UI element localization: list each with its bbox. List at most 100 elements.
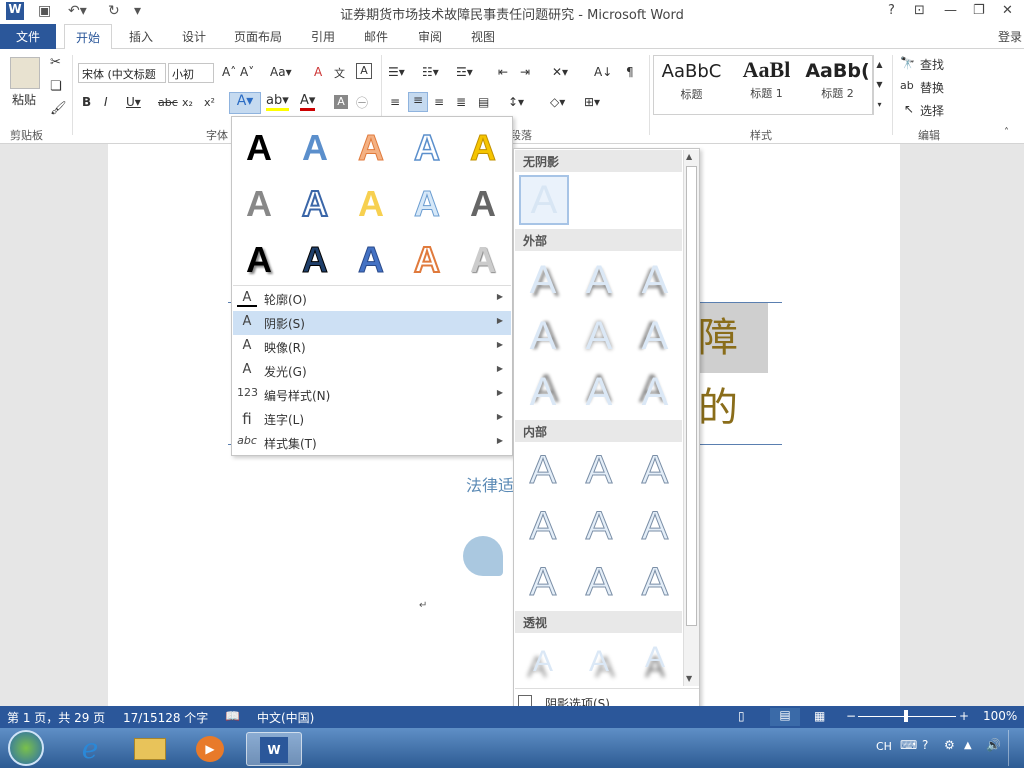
- minimize-button[interactable]: —: [944, 3, 957, 18]
- shadow-inner-7[interactable]: A: [520, 559, 566, 605]
- tab-mailings[interactable]: 邮件: [364, 28, 388, 45]
- shadow-outer-2[interactable]: A: [576, 257, 622, 303]
- select-icon[interactable]: ↖: [904, 102, 914, 116]
- shadow-none-option[interactable]: A: [519, 175, 569, 225]
- asian-layout-icon[interactable]: ✕▾: [552, 65, 568, 79]
- shadow-outer-8[interactable]: A: [576, 369, 622, 415]
- scroll-down-icon[interactable]: ▼: [686, 674, 692, 683]
- align-right-icon[interactable]: ≡: [434, 95, 444, 109]
- replace-icon[interactable]: ab: [900, 79, 914, 92]
- align-center-icon[interactable]: ≡: [408, 92, 428, 112]
- shadow-outer-6[interactable]: A: [632, 313, 678, 359]
- grow-font-icon[interactable]: A˄ A˅: [222, 65, 254, 79]
- sort-icon[interactable]: A↓: [594, 65, 612, 79]
- word-count[interactable]: 17/15128 个字: [123, 709, 208, 726]
- scroll-thumb[interactable]: [686, 166, 697, 626]
- text-effects-button[interactable]: A▾: [229, 92, 261, 114]
- effect-style-3[interactable]: A: [351, 127, 391, 169]
- print-layout-icon[interactable]: ▤: [770, 708, 800, 726]
- keyboard-icon[interactable]: ⌨: [900, 738, 917, 752]
- submenu-scrollbar[interactable]: ▲ ▼: [683, 150, 699, 686]
- select-button[interactable]: 选择: [920, 102, 944, 119]
- cut-icon[interactable]: ✂: [50, 55, 61, 70]
- char-border-icon[interactable]: A: [356, 63, 372, 79]
- shadow-inner-2[interactable]: A: [576, 447, 622, 493]
- start-button[interactable]: [8, 730, 44, 766]
- tab-references[interactable]: 引用: [311, 28, 335, 45]
- effect-style-5[interactable]: A: [463, 127, 503, 169]
- restore-button[interactable]: ❐: [973, 3, 985, 18]
- volume-icon[interactable]: 🔊: [986, 738, 1001, 752]
- effect-style-8[interactable]: A: [351, 183, 391, 225]
- multilevel-list-icon[interactable]: ☲▾: [456, 65, 473, 79]
- shadow-inner-5[interactable]: A: [576, 503, 622, 549]
- tab-design[interactable]: 设计: [182, 28, 206, 45]
- collapse-ribbon-icon[interactable]: ˄: [1004, 127, 1009, 138]
- effect-style-4[interactable]: A: [407, 126, 447, 169]
- zoom-out-icon[interactable]: −: [846, 709, 856, 723]
- web-layout-icon[interactable]: ▦: [814, 709, 825, 723]
- tab-home[interactable]: 开始: [64, 24, 112, 50]
- copy-icon[interactable]: ❏: [50, 79, 62, 94]
- shading-icon[interactable]: ◇▾: [550, 95, 565, 109]
- ribbon-display-icon[interactable]: ⊡: [914, 3, 925, 18]
- borders-icon[interactable]: ⊞▾: [584, 95, 600, 109]
- zoom-level[interactable]: 100%: [983, 709, 1017, 723]
- tab-review[interactable]: 审阅: [418, 28, 442, 45]
- clear-format-icon[interactable]: A: [314, 65, 322, 79]
- effect-style-11[interactable]: A: [239, 239, 279, 281]
- font-color-icon[interactable]: A▾: [300, 93, 316, 111]
- numbering-icon[interactable]: ☷▾: [422, 65, 439, 79]
- subscript-icon[interactable]: x₂: [182, 96, 193, 109]
- effect-style-14[interactable]: A: [407, 238, 447, 281]
- line-spacing-icon[interactable]: ↕▾: [508, 95, 524, 109]
- italic-icon[interactable]: I: [104, 95, 108, 109]
- shadow-outer-3[interactable]: A: [632, 257, 678, 303]
- shadow-outer-9[interactable]: A: [632, 369, 678, 415]
- shadow-perspective-2[interactable]: A: [576, 639, 622, 685]
- shadow-outer-7[interactable]: A: [520, 369, 566, 415]
- ime-indicator[interactable]: CH: [876, 740, 892, 753]
- effect-style-13[interactable]: A: [351, 239, 391, 281]
- effect-style-1[interactable]: A: [239, 127, 279, 169]
- style-heading-2[interactable]: AaBb( 标题 2: [800, 55, 875, 111]
- page-count[interactable]: 第 1 页，共 29 页: [7, 709, 105, 726]
- media-player-icon[interactable]: ▶: [182, 732, 238, 766]
- effect-style-12[interactable]: A: [295, 239, 335, 281]
- title-heading[interactable]: 障的: [698, 303, 768, 431]
- effect-style-15[interactable]: A: [463, 239, 503, 281]
- read-mode-icon[interactable]: ▯: [738, 709, 745, 723]
- shadow-inner-8[interactable]: A: [576, 559, 622, 605]
- effect-style-2[interactable]: A: [295, 127, 335, 169]
- char-shading-icon[interactable]: A: [334, 95, 348, 109]
- shadow-inner-9[interactable]: A: [632, 559, 678, 605]
- effect-style-9[interactable]: A: [407, 183, 447, 225]
- find-icon[interactable]: 🔭: [900, 56, 915, 70]
- shadow-outer-4[interactable]: A: [520, 313, 566, 359]
- tab-file[interactable]: 文件: [0, 24, 56, 49]
- menu-item-stylistic-sets[interactable]: abc 样式集(T) ▶: [233, 431, 511, 455]
- show-hidden-icons[interactable]: ▲: [964, 740, 972, 751]
- effect-style-10[interactable]: A: [463, 183, 503, 225]
- decrease-indent-icon[interactable]: ⇤: [498, 65, 508, 79]
- find-button[interactable]: 查找: [920, 56, 944, 73]
- show-marks-icon[interactable]: ¶: [626, 65, 634, 79]
- phonetic-guide-icon[interactable]: 文: [334, 65, 345, 81]
- menu-item-glow[interactable]: A 发光(G) ▶: [233, 359, 511, 383]
- menu-item-number-styles[interactable]: 123 编号样式(N) ▶: [233, 383, 511, 407]
- distributed-icon[interactable]: ▤: [478, 95, 489, 109]
- shadow-outer-1[interactable]: A: [520, 257, 566, 303]
- font-name-field[interactable]: 宋体 (中文标题: [78, 63, 166, 83]
- scroll-up-icon[interactable]: ▲: [686, 152, 692, 161]
- help-button[interactable]: ?: [888, 3, 895, 18]
- effect-style-7[interactable]: A: [295, 182, 335, 225]
- explorer-icon[interactable]: [122, 732, 178, 766]
- underline-icon[interactable]: U▾: [126, 95, 141, 109]
- bold-icon[interactable]: B: [82, 95, 91, 109]
- enclose-chars-icon[interactable]: ㊀: [356, 94, 368, 111]
- menu-item-outline[interactable]: A 轮廓(O) ▶: [233, 287, 511, 311]
- login-link[interactable]: 登录: [998, 28, 1022, 45]
- highlight-icon[interactable]: ab▾: [266, 93, 289, 111]
- help-tray-icon[interactable]: ?: [922, 738, 928, 752]
- align-left-icon[interactable]: ≡: [390, 95, 400, 109]
